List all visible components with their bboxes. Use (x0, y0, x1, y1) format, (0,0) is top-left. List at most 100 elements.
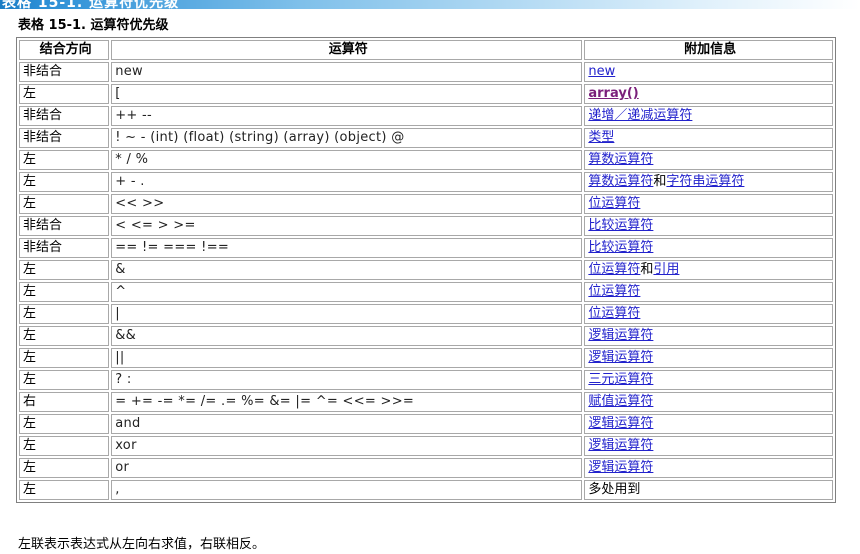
footnote: 左联表示表达式从左向右求值，右联相反。 (18, 537, 266, 552)
info-link[interactable]: 字符串运算符 (666, 174, 744, 189)
associativity-cell: 左 (19, 304, 110, 324)
info-link[interactable]: new (588, 64, 615, 79)
operators-cell: new (111, 62, 583, 82)
table-row: 左 and 逻辑运算符 (19, 414, 833, 434)
table-row: 左 | 位运算符 (19, 304, 833, 324)
table-row: 右 = += -= *= /= .= %= &= |= ^= <<= >>= 赋值运… (19, 392, 833, 412)
info-cell: 逻辑运算符 (584, 326, 833, 346)
table-row: 左 & 位运算符和引用 (19, 260, 833, 280)
info-link[interactable]: 递增／递减运算符 (588, 108, 692, 123)
operators-cell: < <= > >= (111, 216, 583, 236)
associativity-cell: 左 (19, 84, 110, 104)
info-text: 和 (653, 174, 667, 189)
associativity-cell: 左 (19, 260, 110, 280)
table-row: 非结合 new new (19, 62, 833, 82)
table-header-row: 结合方向 运算符 附加信息 (19, 40, 833, 60)
info-link[interactable]: 引用 (653, 262, 679, 277)
table-row: 左 or 逻辑运算符 (19, 458, 833, 478)
table-row: 左 || 逻辑运算符 (19, 348, 833, 368)
operators-cell: || (111, 348, 583, 368)
info-cell: 位运算符 (584, 304, 833, 324)
info-link[interactable]: 位运算符 (588, 196, 640, 211)
operators-cell: & (111, 260, 583, 280)
info-link[interactable]: 逻辑运算符 (588, 350, 653, 365)
table-row: 非结合 < <= > >= 比较运算符 (19, 216, 833, 236)
operators-cell: * / % (111, 150, 583, 170)
info-link[interactable]: 算数运算符 (588, 174, 653, 189)
operators-cell: ^ (111, 282, 583, 302)
associativity-cell: 左 (19, 370, 110, 390)
table-row: 左 << >> 位运算符 (19, 194, 833, 214)
info-cell: 位运算符 (584, 194, 833, 214)
associativity-cell: 非结合 (19, 216, 110, 236)
operators-cell: ? : (111, 370, 583, 390)
associativity-cell: 左 (19, 436, 110, 456)
operator-precedence-table-container: 结合方向 运算符 附加信息 非结合 new new 左[array() 非结合 ++ --… (16, 37, 836, 503)
table-caption: 表格 15-1. 运算符优先级 (18, 18, 169, 33)
table-row: 左 + - . 算数运算符和字符串运算符 (19, 172, 833, 192)
associativity-cell: 左 (19, 348, 110, 368)
info-cell: array() (584, 84, 833, 104)
info-link[interactable]: 类型 (588, 130, 614, 145)
info-link[interactable]: 赋值运算符 (588, 394, 653, 409)
associativity-cell: 左 (19, 194, 110, 214)
table-row: 左[ array() (19, 84, 833, 104)
operators-cell: | (111, 304, 583, 324)
info-cell: new (584, 62, 833, 82)
info-link[interactable]: 位运算符 (588, 262, 640, 277)
info-link[interactable]: 逻辑运算符 (588, 460, 653, 475)
associativity-cell: 非结合 (19, 238, 110, 258)
info-cell: 算数运算符 (584, 150, 833, 170)
associativity-cell: 非结合 (19, 106, 110, 126)
info-cell: 类型 (584, 128, 833, 148)
info-link[interactable]: 逻辑运算符 (588, 328, 653, 343)
operators-cell: and (111, 414, 583, 434)
operator-precedence-table: 结合方向 运算符 附加信息 非结合 new new 左[array() 非结合 ++ --… (16, 37, 836, 503)
associativity-cell: 左 (19, 480, 110, 500)
operators-cell: [ (111, 84, 583, 104)
table-row: 左 ^ 位运算符 (19, 282, 833, 302)
table-row: 非结合! ~ - (int) (float) (string) (array) … (19, 128, 833, 148)
operators-cell: ! ~ - (int) (float) (string) (array) (ob… (111, 128, 583, 148)
info-link[interactable]: 位运算符 (588, 306, 640, 321)
table-row: 非结合 ++ -- 递增／递减运算符 (19, 106, 833, 126)
info-link[interactable]: 三元运算符 (588, 372, 653, 387)
table-row: 左 * / % 算数运算符 (19, 150, 833, 170)
operators-cell: + - . (111, 172, 583, 192)
associativity-cell: 右 (19, 392, 110, 412)
table-row: 左, 多处用到 (19, 480, 833, 500)
associativity-cell: 非结合 (19, 128, 110, 148)
operators-cell: xor (111, 436, 583, 456)
operators-cell: = += -= *= /= .= %= &= |= ^= <<= >>= (111, 392, 583, 412)
associativity-cell: 非结合 (19, 62, 110, 82)
info-link[interactable]: 逻辑运算符 (588, 438, 653, 453)
table-row: 非结合 == != === !== 比较运算符 (19, 238, 833, 258)
info-cell: 逻辑运算符 (584, 414, 833, 434)
header-strip-text: 表格 15-1. 运算符优先级 (2, 0, 180, 9)
info-cell: 比较运算符 (584, 216, 833, 236)
column-header-associativity: 结合方向 (19, 40, 110, 60)
info-link[interactable]: 算数运算符 (588, 152, 653, 167)
associativity-cell: 左 (19, 458, 110, 478)
info-cell: 三元运算符 (584, 370, 833, 390)
info-cell: 逻辑运算符 (584, 436, 833, 456)
info-cell: 位运算符和引用 (584, 260, 833, 280)
info-link[interactable]: 比较运算符 (588, 240, 653, 255)
associativity-cell: 左 (19, 326, 110, 346)
info-link[interactable]: 位运算符 (588, 284, 640, 299)
info-cell: 多处用到 (584, 480, 833, 500)
info-cell: 赋值运算符 (584, 392, 833, 412)
operators-cell: << >> (111, 194, 583, 214)
info-link[interactable]: 比较运算符 (588, 218, 653, 233)
info-link[interactable]: 逻辑运算符 (588, 416, 653, 431)
associativity-cell: 左 (19, 150, 110, 170)
info-link[interactable]: array() (588, 86, 638, 101)
associativity-cell: 左 (19, 414, 110, 434)
info-cell: 逻辑运算符 (584, 458, 833, 478)
info-cell: 逻辑运算符 (584, 348, 833, 368)
table-body: 非结合 new new 左[array() 非结合 ++ -- 递增／递减运算符 非结合! ~… (19, 62, 833, 500)
operators-cell: or (111, 458, 583, 478)
column-header-info: 附加信息 (584, 40, 833, 60)
operators-cell: , (111, 480, 583, 500)
associativity-cell: 左 (19, 172, 110, 192)
